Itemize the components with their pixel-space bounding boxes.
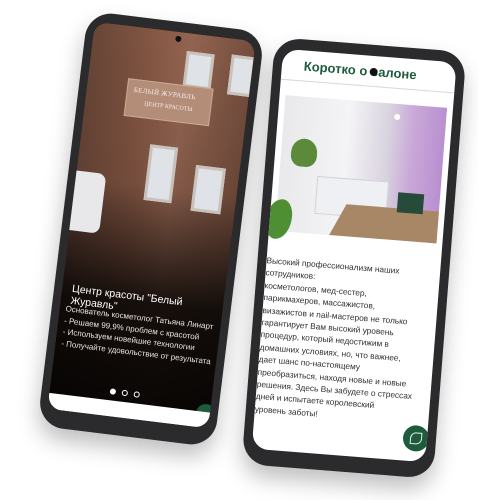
leaf-logo-icon [409,431,423,445]
salon-chair [396,192,425,215]
mockup-stage: БЕЛЫЙ ЖУРАВЛЬ ЦЕНТР КРАСОТЫ Центр красот… [0,0,478,500]
floor [324,204,448,244]
building-window [226,54,256,98]
carousel-dot-2[interactable] [121,389,129,397]
sign-line-2: ЦЕНТР КРАСОТЫ [143,101,193,114]
section-heading: Коротко о салоне [303,58,418,83]
header-divider [280,78,455,94]
leaf-decor [264,198,294,240]
about-paragraph: Высокий профессионализм наших сотруднико… [254,254,442,429]
carousel-dot-3[interactable] [133,391,141,398]
phone-right: Коротко о салоне Высокий профессионализм… [241,37,467,479]
about-screen: Коротко о салоне Высокий профессионализм… [251,48,457,463]
building-window [190,165,226,215]
sign-line-1: БЕЛЫЙ ЖУРАВЛЬ [133,85,196,102]
salon-interior-photo [274,95,448,244]
hero-screen: БЕЛЫЙ ЖУРАВЛЬ ЦЕНТР КРАСОТЫ Центр красот… [47,21,256,429]
ceiling-lamp [393,113,401,121]
parked-car [59,169,107,234]
phone-left: БЕЛЫЙ ЖУРАВЛЬ ЦЕНТР КРАСОТЫ Центр красот… [37,10,265,448]
building-window [182,51,215,91]
plant-decor [290,137,319,168]
carousel-dot-1[interactable] [109,388,117,395]
chat-fab-button[interactable] [402,424,431,453]
